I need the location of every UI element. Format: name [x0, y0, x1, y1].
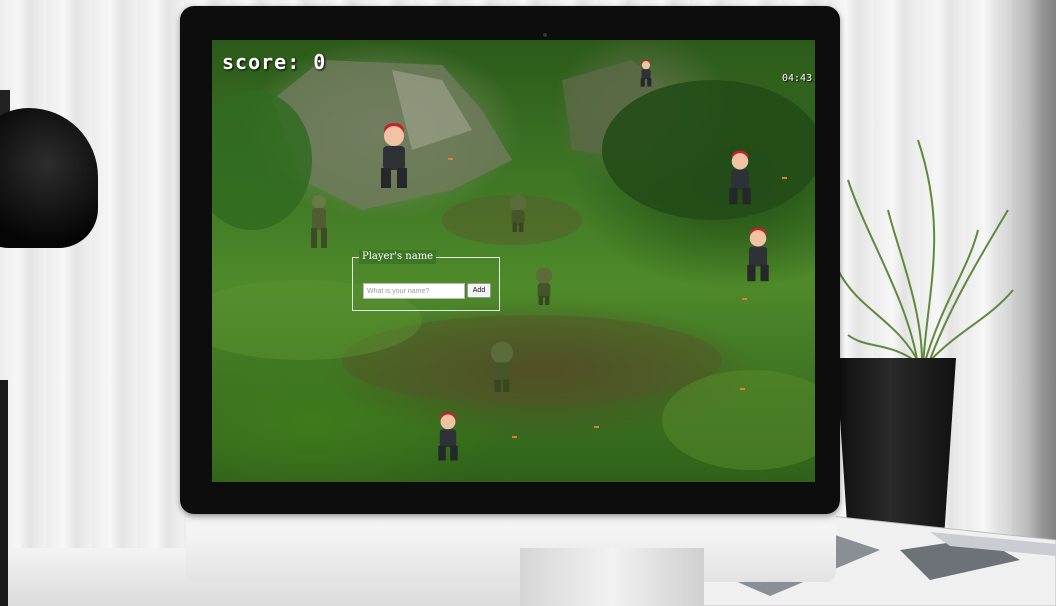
zombie-sprite[interactable] — [508, 192, 528, 232]
forest-scenery — [212, 60, 815, 470]
soldier-sprite[interactable] — [639, 58, 653, 88]
soldier-sprite[interactable] — [744, 222, 772, 286]
monitor-stand — [520, 548, 704, 606]
bullet — [740, 388, 745, 390]
soldier-sprite[interactable] — [726, 148, 754, 206]
bullet — [782, 177, 787, 179]
soldier-sprite[interactable] — [377, 120, 411, 190]
desk-lamp — [0, 108, 98, 248]
room-background: score: 0 04:43 Player's name What is you… — [0, 0, 1056, 606]
player-name-input[interactable] — [363, 283, 465, 299]
score-value: 0 — [313, 50, 327, 74]
zombie-sprite[interactable] — [488, 338, 516, 392]
bullet — [512, 436, 517, 438]
bullet — [594, 426, 599, 428]
webcam — [543, 33, 547, 37]
form-legend: Player's name — [359, 250, 437, 264]
player-name-form: Player's name Add — [352, 250, 500, 311]
bullet — [742, 298, 747, 300]
zombie-sprite[interactable] — [534, 265, 554, 305]
bullet — [448, 158, 453, 160]
zombie-sprite[interactable] — [308, 194, 330, 250]
lamp-pole — [0, 380, 8, 606]
score-label: score: — [222, 50, 301, 74]
score-display: score: 0 — [222, 50, 326, 74]
add-button[interactable]: Add — [467, 283, 491, 298]
game-canvas[interactable]: score: 0 04:43 Player's name What is you… — [212, 40, 815, 482]
soldier-sprite[interactable] — [434, 410, 462, 462]
game-timer: 04:43 — [782, 73, 813, 84]
